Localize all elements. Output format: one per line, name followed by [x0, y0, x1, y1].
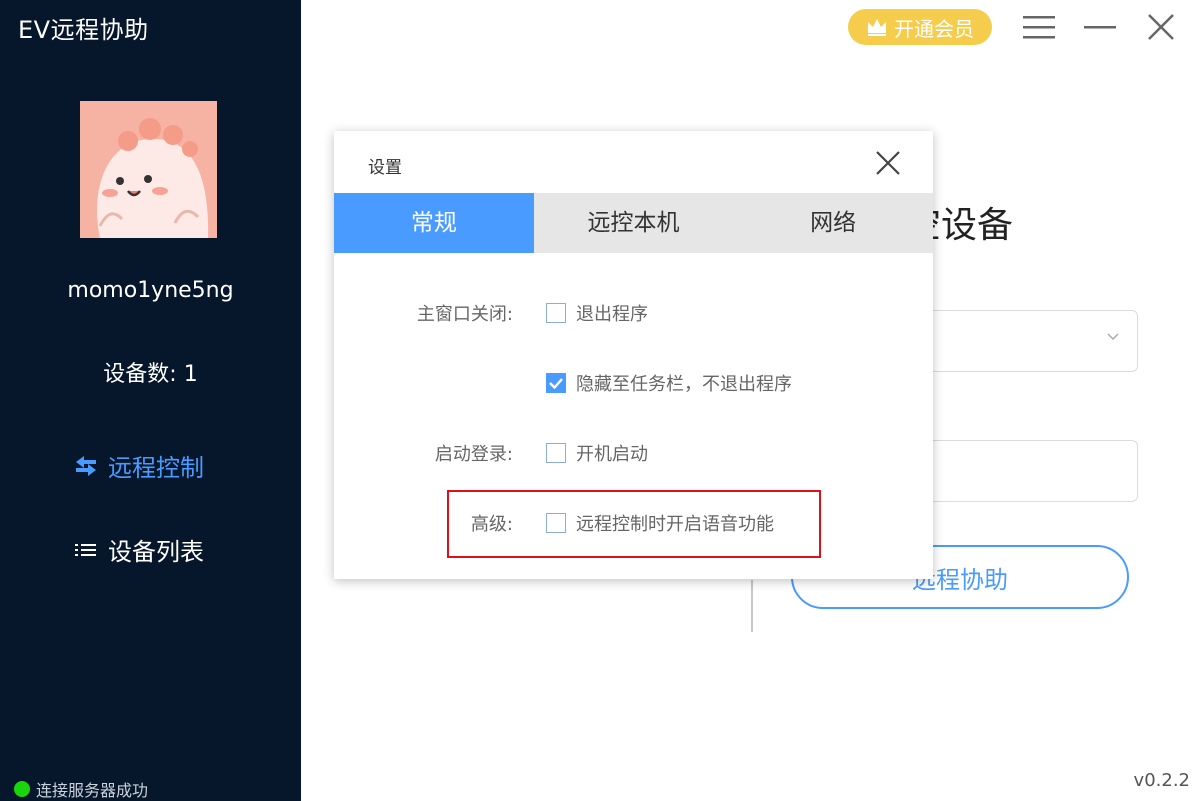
version-label: v0.2.2: [1133, 770, 1190, 791]
vip-button[interactable]: 开通会员: [848, 9, 992, 45]
setting-row-startup-login: 启动登录: 开机启动: [334, 436, 933, 466]
device-count: 设备数: 1: [103, 362, 198, 387]
connection-status: 连接服务器成功: [14, 777, 148, 801]
settings-tabs: 常规 远控本机 网络: [334, 193, 933, 253]
app-title: EV远程协助: [18, 16, 149, 44]
device-select[interactable]: [905, 310, 1138, 372]
sidebar-item-label: 远程控制: [108, 454, 204, 482]
minimize-icon[interactable]: [1083, 12, 1117, 42]
crown-icon: [868, 19, 886, 36]
avatar-illustration: [80, 101, 217, 238]
sidebar-item-device-list[interactable]: 设备列表: [72, 532, 204, 567]
menu-icon[interactable]: [1022, 12, 1056, 42]
vip-label: 开通会员: [894, 16, 974, 41]
chevron-down-icon: [1107, 333, 1119, 341]
status-text: 连接服务器成功: [36, 781, 149, 800]
option-hide-to-tray[interactable]: 隐藏至任务栏，不退出程序: [546, 370, 792, 396]
setting-row-hide-to-tray: 隐藏至任务栏，不退出程序: [334, 366, 933, 396]
avatar[interactable]: [80, 101, 217, 238]
option-label: 隐藏至任务栏，不退出程序: [576, 374, 792, 395]
code-input[interactable]: [905, 440, 1138, 502]
option-label: 退出程序: [576, 304, 648, 325]
checkmark-icon: [548, 377, 563, 389]
option-exit-program[interactable]: 退出程序: [546, 300, 648, 326]
sidebar-item-remote-control[interactable]: 远程控制: [72, 448, 204, 483]
checkbox-start-on-boot[interactable]: [546, 443, 566, 463]
sidebar: EV远程协助 momo1yne5ng 设备数: 1 远程控制 设备列表 连接服务…: [0, 0, 301, 801]
sidebar-item-label: 设备列表: [108, 538, 204, 566]
divider: [751, 580, 753, 632]
tab-network[interactable]: 网络: [733, 193, 933, 253]
list-icon: [75, 543, 96, 556]
close-window-icon[interactable]: [1144, 12, 1178, 42]
status-dot-icon: [14, 781, 30, 797]
checkbox-hide-to-tray[interactable]: [546, 373, 566, 393]
option-label: 开机启动: [576, 444, 648, 465]
option-start-on-boot[interactable]: 开机启动: [546, 440, 648, 466]
highlight-box: [447, 490, 821, 558]
setting-label: 启动登录:: [434, 444, 513, 465]
swap-arrows-icon: [76, 455, 96, 476]
tab-remote-host[interactable]: 远控本机: [534, 193, 734, 253]
dialog-title: 设置: [368, 158, 402, 178]
username: momo1yne5ng: [67, 278, 234, 303]
dialog-close-icon[interactable]: [872, 147, 904, 179]
tab-general[interactable]: 常规: [334, 193, 534, 253]
checkbox-exit-program[interactable]: [546, 303, 566, 323]
setting-label: 主窗口关闭:: [416, 304, 513, 325]
setting-row-main-window-close: 主窗口关闭: 退出程序: [334, 296, 933, 326]
